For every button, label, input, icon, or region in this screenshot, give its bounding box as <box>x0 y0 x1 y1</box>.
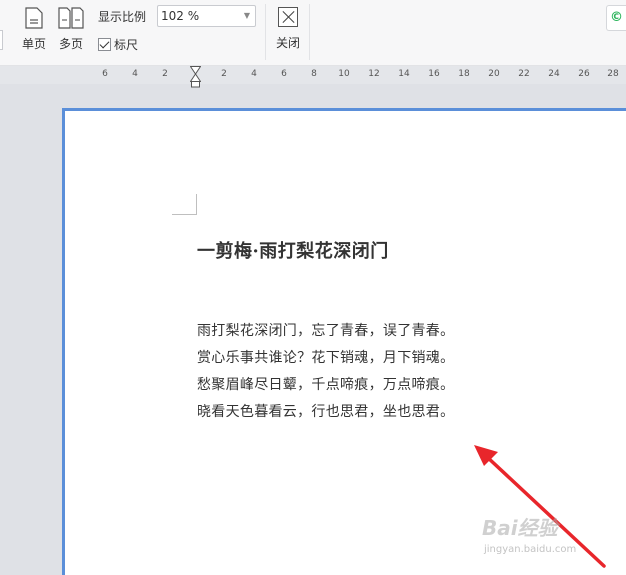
ruler-tick: 4 <box>251 69 257 79</box>
ruler-tick: 2 <box>221 69 227 79</box>
margin-corner-mark <box>196 194 197 215</box>
ruler-tick: 2 <box>162 69 168 79</box>
chevron-down-icon[interactable]: ▼ <box>244 6 250 26</box>
close-label: 关闭 <box>275 36 300 50</box>
multi-page-icon <box>58 7 84 29</box>
single-page-icon <box>25 7 43 29</box>
ruler-tick: 4 <box>132 69 138 79</box>
ruler-tick: 14 <box>398 69 410 79</box>
toolbar: 单页 多页 显示比例 102 % ▼ 标尺 关闭 © <box>0 0 626 66</box>
zoom-label: 显示比例 <box>98 10 147 24</box>
ruler-tick: 8 <box>311 69 317 79</box>
toolbar-divider <box>265 4 266 60</box>
document-page[interactable] <box>62 108 626 575</box>
zoom-value: 102 % <box>161 9 200 23</box>
checkbox-checked-icon[interactable] <box>98 38 111 51</box>
copyright-button[interactable]: © <box>606 5 626 31</box>
ruler-tick: 26 <box>578 69 590 79</box>
ruler-tick: 12 <box>368 69 380 79</box>
watermark-url: jingyan.baidu.com <box>484 544 577 555</box>
ruler-tick: 20 <box>488 69 500 79</box>
single-page-button[interactable]: 单页 <box>20 7 48 52</box>
toolbar-divider <box>309 4 310 60</box>
ruler-tick: 18 <box>458 69 470 79</box>
collapsed-panel-edge[interactable] <box>0 30 3 50</box>
single-page-label: 单页 <box>21 37 46 51</box>
ruler-checkbox-label: 标尺 <box>114 38 139 52</box>
ruler-tick: 24 <box>548 69 560 79</box>
ruler-tick: 22 <box>518 69 530 79</box>
ruler-checkbox[interactable]: 标尺 <box>98 36 138 53</box>
margin-corner-mark <box>172 214 196 215</box>
zoom-select[interactable]: 102 % ▼ <box>157 5 256 27</box>
watermark-logo-text: Bai经验 <box>482 516 558 540</box>
horizontal-ruler: 6 4 2 2 4 6 8 10 12 14 16 18 20 22 24 26… <box>0 66 626 88</box>
baidu-jingyan-watermark: Bai经验 jingyan.baidu.com <box>478 508 618 570</box>
poem-line: 晓看天色暮看云，行也思君，坐也思君。 <box>197 404 455 420</box>
close-icon <box>278 7 298 27</box>
document-title: 一剪梅·雨打梨花深闭门 <box>197 241 389 262</box>
poem-line: 愁聚眉峰尽日颦，千点啼痕，万点啼痕。 <box>197 377 455 393</box>
poem-line: 雨打梨花深闭门，忘了青春，误了青春。 <box>197 323 455 339</box>
ruler-tick: 10 <box>338 69 350 79</box>
ruler-tick: 6 <box>102 69 108 79</box>
indent-marker-icon[interactable] <box>190 66 201 88</box>
poem-line: 赏心乐事共谁论？花下销魂，月下销魂。 <box>197 350 455 366</box>
ruler-tick: 16 <box>428 69 440 79</box>
multi-page-button[interactable]: 多页 <box>57 7 85 52</box>
close-button[interactable]: 关闭 <box>273 7 303 51</box>
ruler-tick: 6 <box>281 69 287 79</box>
ruler-tick: 28 <box>607 69 619 79</box>
multi-page-label: 多页 <box>58 37 83 51</box>
